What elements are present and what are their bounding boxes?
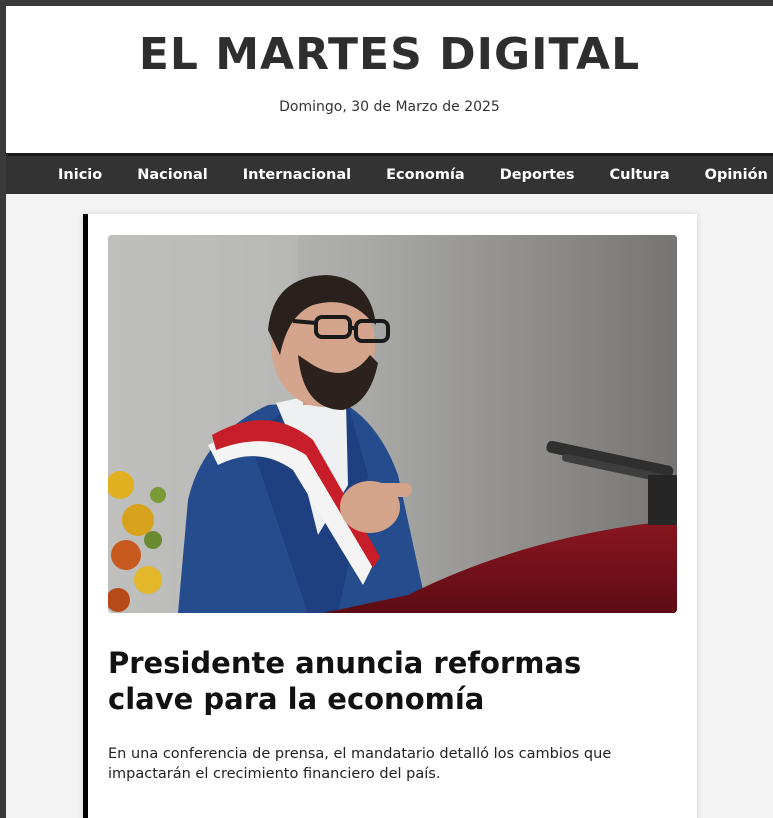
featured-article-card[interactable]: Presidente anuncia reformas clave para l… [83,214,697,818]
article-headline[interactable]: Presidente anuncia reformas clave para l… [108,645,668,717]
article-photo[interactable] [108,235,677,613]
nav-item-opinion[interactable]: Opinión [705,167,768,183]
nav-item-internacional[interactable]: Internacional [243,167,351,183]
photo-president-speaking-icon [108,235,677,613]
site-title[interactable]: EL MARTES DIGITAL [6,30,773,80]
main-nav: Inicio Nacional Internacional Economía D… [6,156,773,194]
article-summary: En una conferencia de prensa, el mandata… [108,746,612,782]
nav-item-deportes[interactable]: Deportes [500,167,575,183]
nav-item-nacional[interactable]: Nacional [137,167,208,183]
nav-item-inicio[interactable]: Inicio [58,167,102,183]
masthead: EL MARTES DIGITAL Domingo, 30 de Marzo d… [6,6,773,153]
site-date: Domingo, 30 de Marzo de 2025 [279,99,500,115]
nav-item-economia[interactable]: Economía [386,167,465,183]
nav-item-cultura[interactable]: Cultura [610,167,670,183]
